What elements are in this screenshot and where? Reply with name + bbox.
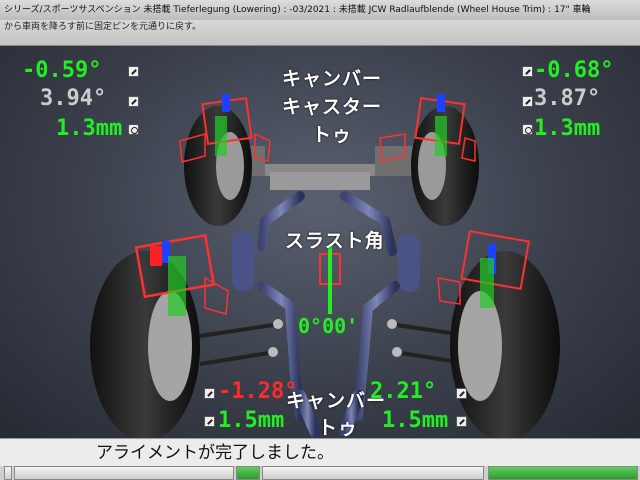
next-button[interactable]: [488, 466, 638, 480]
rear-toe-label: トゥ: [318, 417, 359, 438]
front-subframe: [225, 146, 415, 190]
toe-label: トゥ: [312, 124, 353, 146]
window-title: シリーズ/スポーツサスペンション 未搭載 Tieferlegung (Lower…: [0, 0, 640, 20]
edit-icon[interactable]: [522, 96, 533, 107]
edit-icon[interactable]: [128, 66, 139, 77]
edit-icon[interactable]: [522, 66, 533, 77]
caster-label: キャスター: [282, 96, 383, 118]
settings-icon[interactable]: [522, 124, 533, 135]
indicator-button[interactable]: [236, 466, 260, 480]
instruction-text: から車両を降ろす前に固定ピンを元通りに戻す。: [0, 20, 640, 46]
rear-left-toe-value: 1.5mm: [218, 408, 285, 433]
thrust-angle-value: 0°00': [298, 314, 359, 338]
thrust-angle-indicator: [319, 246, 341, 314]
rear-right-camber-value: 2.21°: [370, 379, 437, 404]
edit-icon[interactable]: [204, 388, 215, 399]
thrust-angle-label: スラスト角: [285, 230, 385, 252]
edit-icon[interactable]: [128, 96, 139, 107]
edit-icon[interactable]: [456, 388, 467, 399]
front-right-caster-value: 3.87°: [534, 86, 601, 111]
camber-label: キャンバー: [282, 68, 383, 90]
rear-right-wheel: [437, 230, 560, 438]
function-button-1[interactable]: [14, 466, 234, 480]
front-right-toe-value: 1.3mm: [534, 116, 601, 141]
edit-icon[interactable]: [456, 416, 467, 427]
function-button-2[interactable]: [262, 466, 484, 480]
front-left-camber-value: -0.59°: [22, 58, 102, 83]
rear-right-toe-value: 1.5mm: [382, 408, 449, 433]
status-message: アライメントが完了しました。: [0, 438, 640, 466]
alignment-stage: -0.59° 3.94° 1.3mm -0.68° 3.87° 1.3mm キャ…: [0, 46, 640, 438]
front-right-camber-value: -0.68°: [534, 58, 614, 83]
front-left-toe-value: 1.3mm: [56, 116, 123, 141]
front-left-caster-value: 3.94°: [40, 86, 107, 111]
back-button[interactable]: [4, 466, 12, 480]
settings-icon[interactable]: [128, 124, 139, 135]
edit-icon[interactable]: [204, 416, 215, 427]
button-bar: [0, 466, 640, 480]
